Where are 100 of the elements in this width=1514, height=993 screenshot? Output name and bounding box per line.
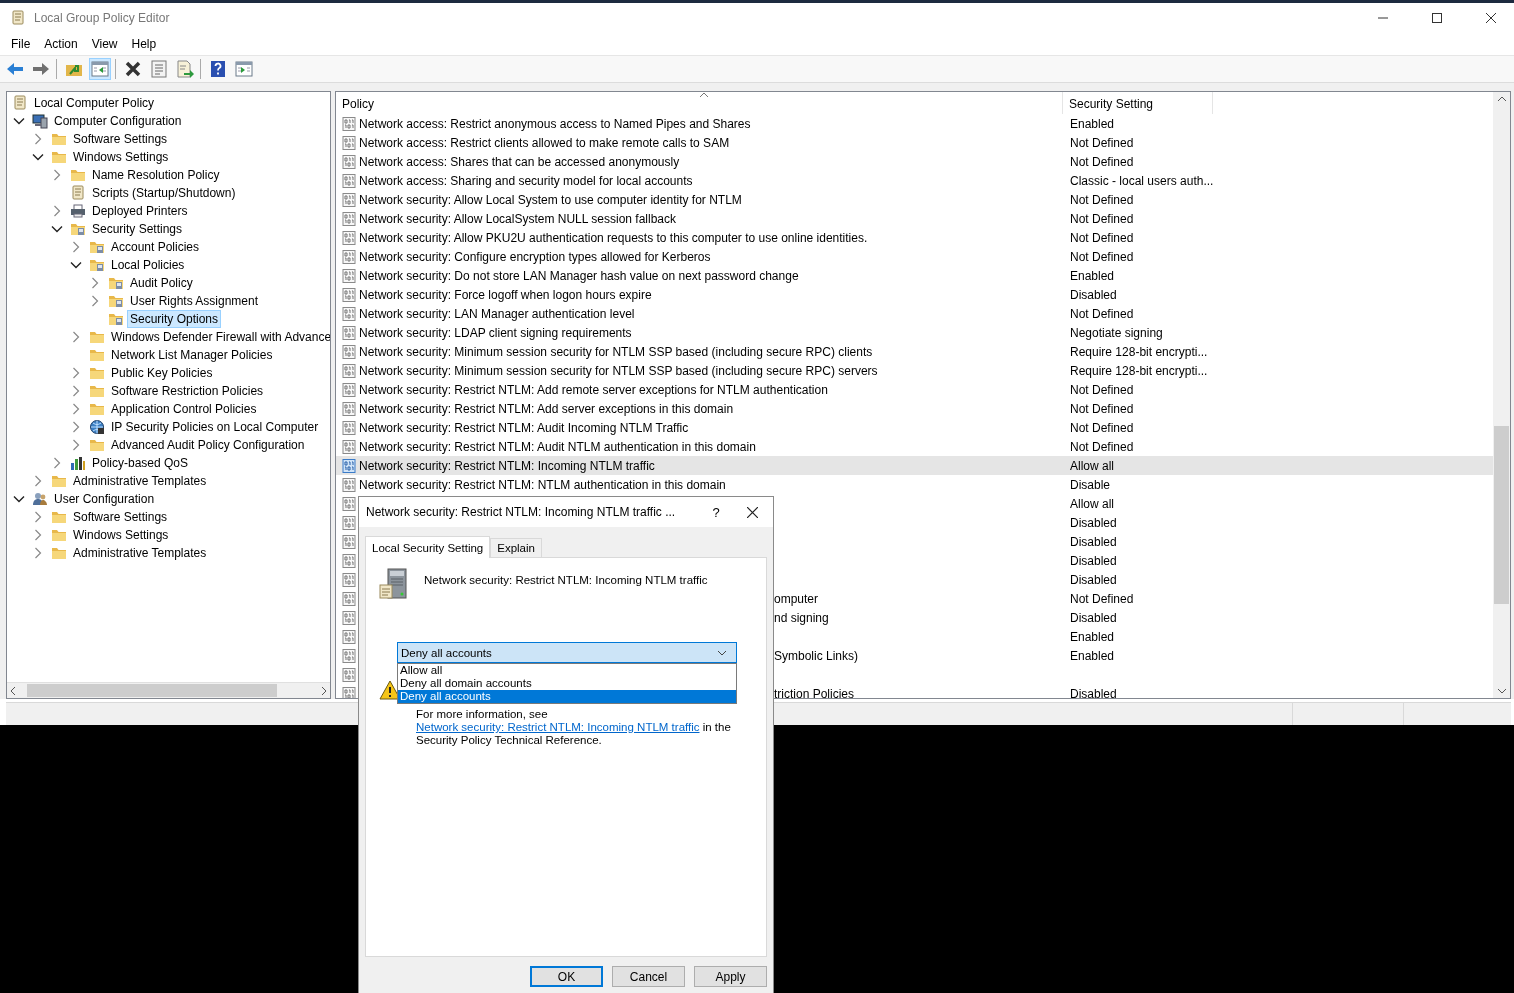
tree-item[interactable]: Security Settings — [89, 220, 186, 238]
help-button[interactable]: ? — [701, 503, 731, 521]
setting-cell-text: Not Defined — [1069, 230, 1135, 245]
list-row[interactable]: Network security: LDAP client signing requirements Negotiate signing — [336, 323, 1493, 342]
list-row[interactable]: Network security: Minimum session security for NTLM SSP based (including secure RPC) clients Require 128-bit encrypti... — [336, 342, 1493, 361]
printer-icon — [70, 203, 86, 219]
chevron-icon[interactable] — [32, 151, 44, 163]
tree-item[interactable]: Policy-based QoS — [89, 454, 192, 472]
list-row[interactable]: Network security: Minimum session security for NTLM SSP based (including secure RPC) servers Require 128-bit encrypti... — [336, 361, 1493, 380]
list-row[interactable]: Network security: Allow Local System to use computer identity for NTLM Not Defined — [336, 190, 1493, 209]
horizontal-scrollbar[interactable] — [7, 682, 330, 698]
dialog-button[interactable]: OK — [530, 966, 603, 987]
list-row[interactable]: Network security: Restrict NTLM: NTLM authentication in this domain Disable — [336, 475, 1493, 494]
tree-item[interactable]: Network List Manager Policies — [108, 346, 276, 364]
vertical-scrollbar[interactable] — [1493, 92, 1510, 698]
folder-icon — [51, 149, 67, 165]
setting-cell-text: Disabled — [1069, 572, 1118, 587]
setting-cell-text: Disabled — [1069, 515, 1118, 530]
tree-item[interactable]: Security Options — [127, 310, 222, 328]
policy-setting-icon — [342, 287, 356, 302]
list-row[interactable]: Network access: Sharing and security model for local accounts Classic - local users auth... — [336, 171, 1493, 190]
list-row[interactable]: Network access: Restrict clients allowed to make remote calls to SAM Not Defined — [336, 133, 1493, 152]
dropdown[interactable]: Deny all accounts — [397, 642, 737, 663]
info-text: For more information, see Network security: Restrict NTLM: Incoming NTLM traffic in the Security Policy Technical Reference. — [416, 708, 732, 747]
secure-folder-icon — [89, 257, 105, 273]
tree-item[interactable]: Software Settings — [70, 508, 171, 526]
list-row[interactable]: Network security: Restrict NTLM: Audit NTLM authentication in this domain Not Defined — [336, 437, 1493, 456]
menu-item[interactable]: Help — [124, 37, 164, 51]
reference-link[interactable]: Network security: Restrict NTLM: Incoming NTLM traffic — [416, 721, 700, 733]
dialog-button[interactable]: Cancel — [612, 966, 685, 987]
setting-cell-text: Not Defined — [1069, 420, 1135, 435]
secure-folder-icon — [70, 221, 86, 237]
policy-cell: Network access: Restrict clients allowed to make remote calls to SAM — [359, 135, 730, 150]
tree-item[interactable]: Deployed Printers — [89, 202, 191, 220]
tree-item[interactable]: Software Restriction Policies — [108, 382, 267, 400]
tree-item[interactable]: Name Resolution Policy — [89, 166, 223, 184]
policy-cell: Network access: Sharing and security model for local accounts — [359, 173, 693, 188]
tree-item[interactable]: Scripts (Startup/Shutdown) — [89, 184, 239, 202]
dropdown-option[interactable]: Deny all accounts — [398, 690, 736, 703]
tree-item[interactable]: Application Control Policies — [108, 400, 260, 418]
setting-cell-text: Not Defined — [1069, 154, 1135, 169]
tree-item[interactable]: User Configuration — [51, 490, 158, 508]
folder-icon — [51, 527, 67, 543]
policy-setting-icon — [342, 325, 356, 340]
list-row[interactable]: Network access: Restrict anonymous access to Named Pipes and Shares Enabled — [336, 114, 1493, 133]
dialog-button[interactable]: Apply — [694, 966, 767, 987]
tree-item[interactable]: Software Settings — [70, 130, 171, 148]
dropdown-option[interactable]: Allow all — [398, 664, 736, 677]
tree-item[interactable]: Account Policies — [108, 238, 203, 256]
globe-icon — [89, 419, 105, 435]
secure-folder-icon — [89, 239, 105, 255]
policy-cell: Network security: Allow LocalSystem NULL session fallback — [359, 211, 676, 226]
list-row[interactable]: Network security: Allow PKU2U authentication requests to this computer to use online identities. Not Defined — [336, 228, 1493, 247]
tree-item[interactable]: Administrative Templates — [70, 472, 210, 490]
menu-item[interactable]: Action — [37, 37, 85, 51]
chevron-icon[interactable] — [70, 259, 82, 271]
tree-item[interactable]: Windows Settings — [70, 526, 172, 544]
chevron-icon[interactable] — [13, 493, 25, 505]
secure-folder-icon — [108, 275, 124, 291]
tree-item[interactable]: Advanced Audit Policy Configuration — [108, 436, 308, 454]
dropdown-option[interactable]: Deny all domain accounts — [398, 677, 736, 690]
menu-item[interactable]: File — [4, 37, 38, 51]
policy-setting-icon — [342, 154, 356, 169]
tree-item[interactable]: User Rights Assignment — [127, 292, 262, 310]
folder-icon — [51, 509, 67, 525]
folder-icon — [89, 329, 105, 345]
tree-item[interactable]: Windows Defender Firewall with Advance — [108, 328, 330, 346]
setting-cell-text: Disabled — [1069, 686, 1118, 698]
list-row[interactable]: Network security: Do not store LAN Manager hash value on next password change Enabled — [336, 266, 1493, 285]
list-row[interactable]: Network access: Shares that can be accessed anonymously Not Defined — [336, 152, 1493, 171]
tab[interactable]: Explain — [490, 538, 542, 557]
list-row[interactable]: Network security: Force logoff when logon hours expire Disabled — [336, 285, 1493, 304]
list-row[interactable]: Network security: Restrict NTLM: Audit Incoming NTLM Traffic Not Defined — [336, 418, 1493, 437]
list-row[interactable]: Network security: Restrict NTLM: Incoming NTLM traffic Allow all — [336, 456, 1493, 475]
folder-icon — [51, 131, 67, 147]
policy-cell: omputer — [774, 591, 819, 606]
setting-cell-text: Disabled — [1069, 534, 1118, 549]
tree-item[interactable]: Public Key Policies — [108, 364, 216, 382]
list-row[interactable]: Network security: Configure encryption types allowed for Kerberos Not Defined — [336, 247, 1493, 266]
tree-item[interactable]: Local Policies — [108, 256, 188, 274]
tree-item[interactable]: Local Computer Policy — [31, 94, 158, 112]
policy-cell: Network security: Allow PKU2U authentication requests to this computer to use online identities. — [359, 230, 868, 245]
tree-item[interactable]: Computer Configuration — [51, 112, 185, 130]
chevron-icon[interactable] — [51, 223, 63, 235]
list-row[interactable]: Network security: Allow LocalSystem NULL session fallback Not Defined — [336, 209, 1493, 228]
list-row[interactable]: Network security: Restrict NTLM: Add remote server exceptions for NTLM authentication Not Defined — [336, 380, 1493, 399]
tree-item[interactable]: Administrative Templates — [70, 544, 210, 562]
menu-item[interactable]: View — [84, 37, 125, 51]
chevron-icon[interactable] — [13, 115, 25, 127]
setting-cell-text: Not Defined — [1069, 306, 1135, 321]
tree-item[interactable]: Windows Settings — [70, 148, 172, 166]
tree-item[interactable]: IP Security Policies on Local Computer — [108, 418, 322, 436]
tab[interactable]: Local Security Setting — [365, 536, 491, 558]
tree-item[interactable]: Audit Policy — [127, 274, 196, 292]
list-row[interactable]: Network security: LAN Manager authentication level Not Defined — [336, 304, 1493, 323]
setting-cell-text: Enabled — [1069, 116, 1116, 131]
policy-setting-icon — [342, 249, 356, 264]
close-icon — [1486, 13, 1496, 23]
list-row[interactable]: Network security: Restrict NTLM: Add server exceptions in this domain Not Defined — [336, 399, 1493, 418]
policy-setting-icon — [342, 439, 356, 454]
